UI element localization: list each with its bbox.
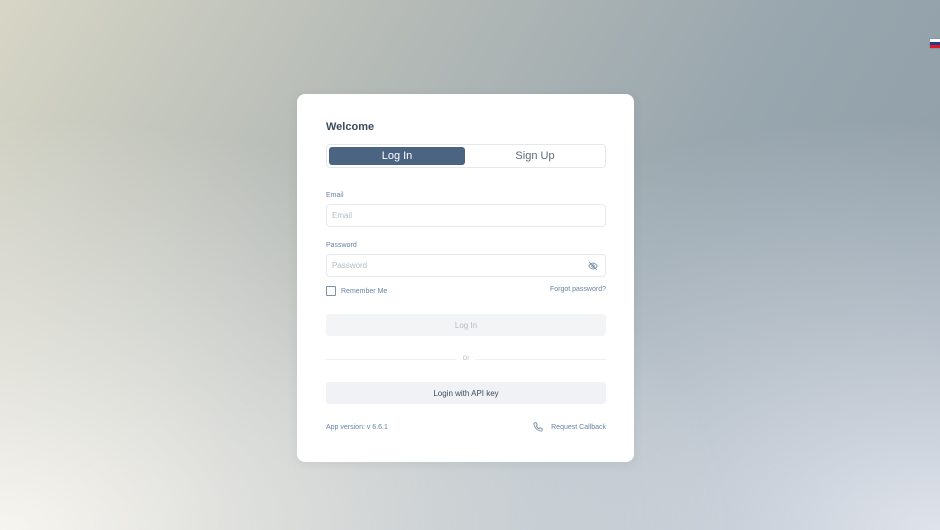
password-input[interactable] <box>327 255 586 276</box>
app-version: App version: v 6.6.1 <box>326 424 388 431</box>
eye-off-icon[interactable] <box>586 259 600 273</box>
auth-tabs: Log In Sign Up <box>326 144 606 168</box>
remember-me-label: Remember Me <box>341 287 388 295</box>
language-flag-icon[interactable] <box>930 39 940 48</box>
login-card: Welcome Log In Sign Up Email Password Re… <box>297 94 634 462</box>
divider-line-right <box>475 358 607 360</box>
forgot-password-link[interactable]: Forgot password? <box>550 286 606 293</box>
divider-label: Or <box>462 356 470 362</box>
login-with-api-key-button[interactable]: Login with API key <box>326 382 606 404</box>
divider-line-left <box>326 358 457 360</box>
flag-stripe-red <box>930 45 940 48</box>
password-field-wrapper <box>326 254 606 277</box>
or-divider: Or <box>326 354 607 364</box>
request-callback-label: Request Callback <box>551 423 606 431</box>
remember-me-control[interactable]: Remember Me <box>326 286 387 296</box>
email-field-wrapper <box>326 204 606 227</box>
password-label: Password <box>326 242 357 249</box>
phone-icon <box>533 422 543 432</box>
email-input[interactable] <box>327 205 605 226</box>
log-in-button[interactable]: Log In <box>326 314 606 336</box>
remember-me-checkbox[interactable] <box>326 286 336 296</box>
form-title: Welcome <box>326 121 375 133</box>
tab-sign-up[interactable]: Sign Up <box>467 147 603 165</box>
request-callback-link[interactable]: Request Callback <box>533 422 606 432</box>
tab-log-in[interactable]: Log In <box>329 147 465 165</box>
email-label: Email <box>326 192 344 199</box>
